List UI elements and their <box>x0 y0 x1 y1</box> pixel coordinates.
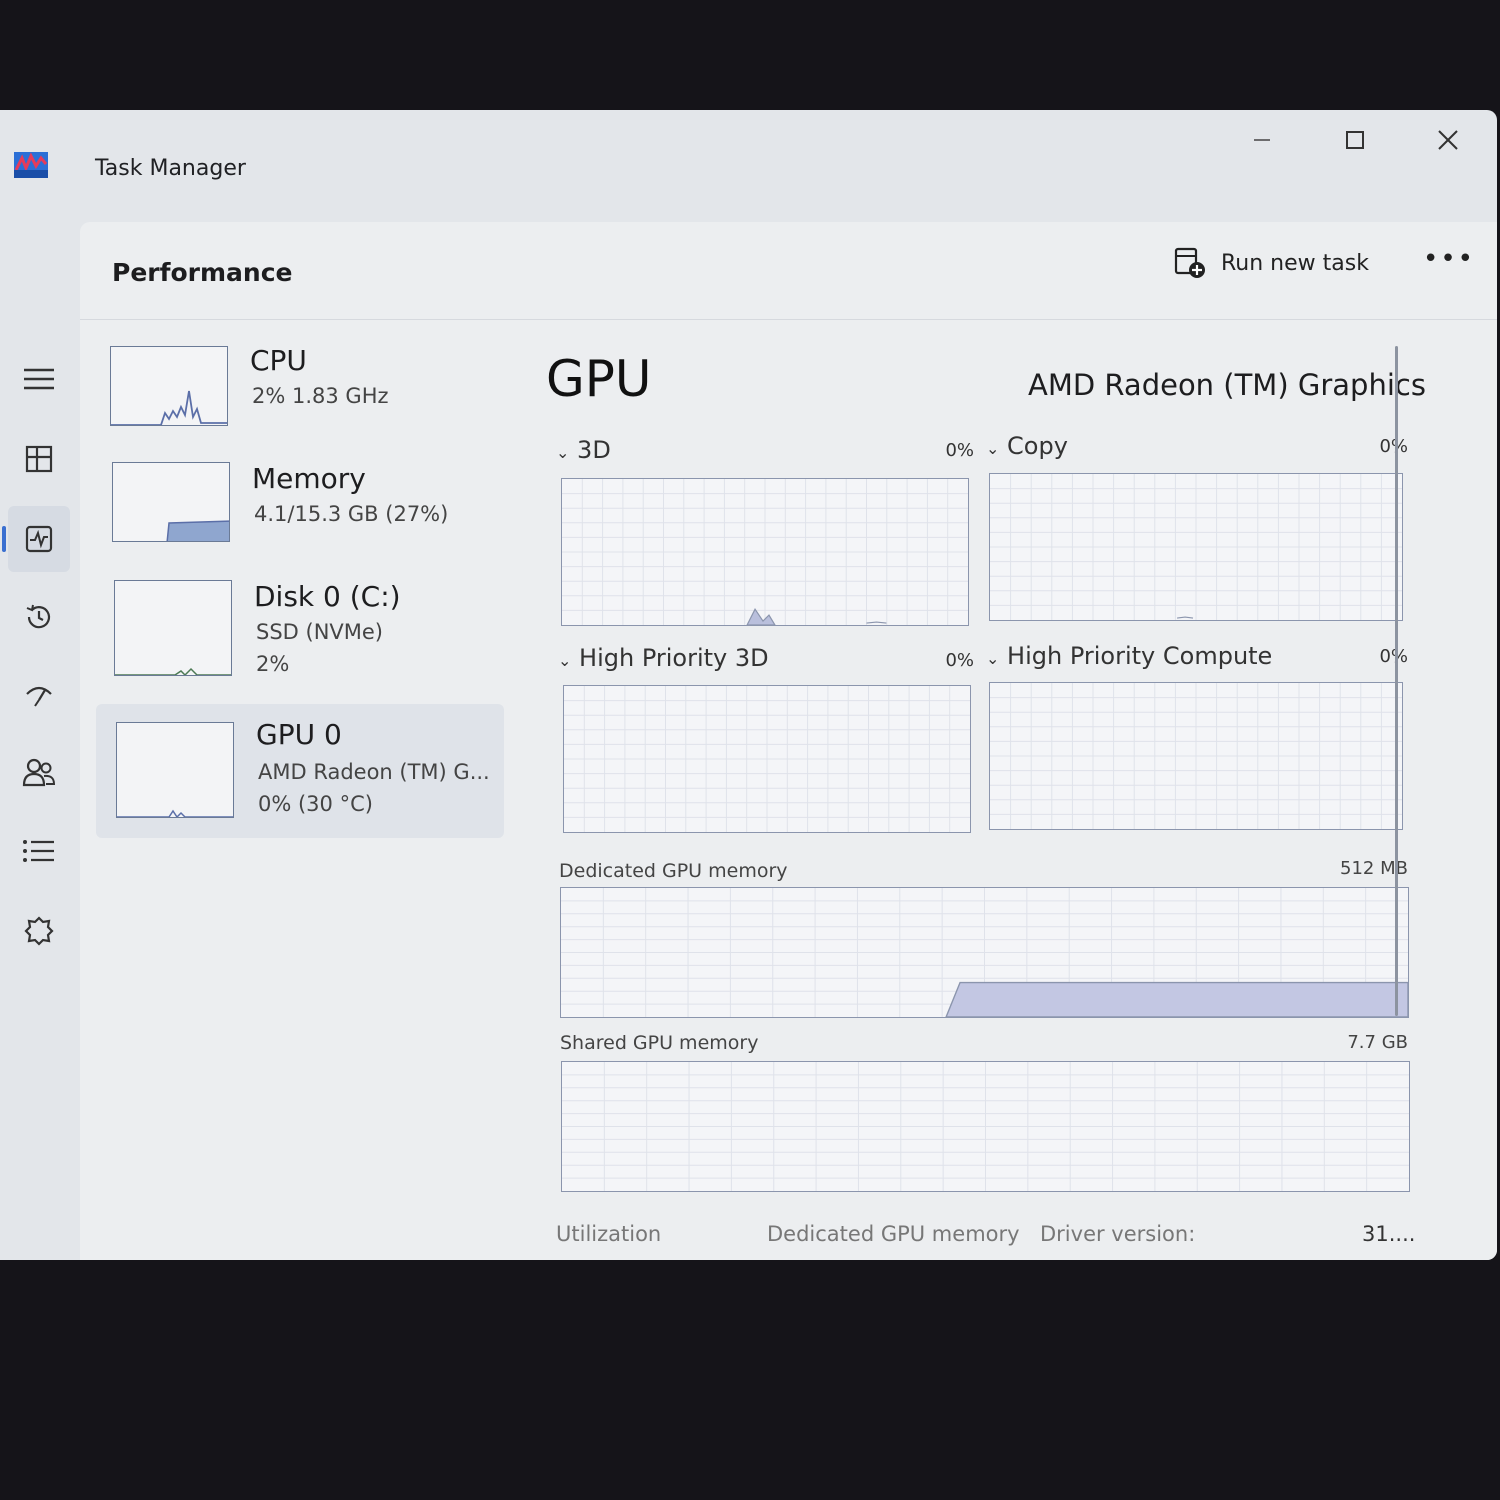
device-disk-name: Disk 0 (C:) <box>254 580 401 613</box>
cpu-thumbnail-line <box>111 390 227 425</box>
engine-copy-graph <box>989 473 1403 621</box>
device-gpu-name: GPU 0 <box>256 718 342 751</box>
dedicated-memory-graph-svg <box>561 888 1408 1017</box>
engine-hpcompute-graph-svg <box>990 683 1402 829</box>
nav-performance[interactable] <box>2 506 70 572</box>
dedicated-memory-max: 512 MB <box>1340 858 1408 879</box>
nav-services[interactable] <box>8 898 70 964</box>
nav-details[interactable] <box>8 818 70 884</box>
maximize-icon <box>1346 131 1364 149</box>
gpu-thumbnail-graph <box>116 722 234 818</box>
engine-copy-name: Copy <box>1007 432 1068 460</box>
nav-app-history[interactable] <box>8 584 70 650</box>
run-task-icon <box>1174 247 1205 278</box>
maximize-button[interactable] <box>1325 118 1385 162</box>
device-gpu[interactable]: GPU 0 AMD Radeon (TM) G... 0% (30 °C) <box>96 704 504 838</box>
nav-users[interactable] <box>8 740 70 806</box>
stat-utilization-label: Utilization <box>556 1222 662 1246</box>
close-button[interactable] <box>1418 118 1478 162</box>
engine-hp3d-graph-svg <box>564 686 970 832</box>
device-memory[interactable]: Memory 4.1/15.3 GB (27%) <box>96 450 504 582</box>
device-disk[interactable]: Disk 0 (C:) SSD (NVMe) 2% <box>96 568 504 700</box>
page-header: Run new task ••• <box>80 222 1497 320</box>
disk-thumbnail-graph <box>114 580 232 676</box>
engine-hpcompute-label[interactable]: ⌄ High Priority Compute <box>986 642 1272 670</box>
users-icon <box>22 758 56 787</box>
page-title: Performance <box>112 258 293 287</box>
device-memory-name: Memory <box>252 462 366 495</box>
device-cpu-name: CPU <box>250 344 307 377</box>
stat-dedicated-memory-label: Dedicated GPU memory <box>767 1222 1020 1246</box>
nav-processes[interactable] <box>8 426 70 492</box>
services-icon <box>24 916 54 946</box>
app-history-icon <box>26 604 51 629</box>
shared-memory-graph-svg <box>562 1062 1409 1191</box>
nav-hamburger-button[interactable] <box>8 346 70 412</box>
details-icon <box>23 840 54 862</box>
shared-memory-max: 7.7 GB <box>1347 1032 1408 1053</box>
engine-3d-name: 3D <box>577 436 611 464</box>
title-bar[interactable]: Task Manager <box>0 110 1497 220</box>
engine-hp3d-label[interactable]: ⌄ High Priority 3D <box>558 644 769 672</box>
minimize-icon <box>1254 139 1270 141</box>
memory-thumbnail-graph <box>112 462 230 542</box>
device-cpu-stats: 2% 1.83 GHz <box>252 384 389 408</box>
gpu-thumbnail-line <box>117 809 233 817</box>
dedicated-memory-label: Dedicated GPU memory <box>559 860 788 882</box>
shared-memory-label: Shared GPU memory <box>560 1032 759 1054</box>
detail-scrollbar[interactable] <box>1395 346 1398 1016</box>
chevron-down-icon: ⌄ <box>986 649 1000 668</box>
memory-thumbnail-area <box>166 520 229 541</box>
processes-icon <box>25 445 53 473</box>
task-manager-app-icon <box>14 152 48 178</box>
chevron-down-icon: ⌄ <box>556 443 570 462</box>
stat-driver-version-label: Driver version: <box>1040 1222 1196 1246</box>
navigation-rail <box>0 220 78 1260</box>
hamburger-icon <box>24 368 54 390</box>
device-disk-type: SSD (NVMe) <box>256 620 384 644</box>
more-options-button[interactable]: ••• <box>1423 244 1475 274</box>
task-manager-window: Task Manager Run new task ••• Performanc… <box>0 110 1497 1260</box>
device-disk-usage: 2% <box>256 652 290 676</box>
engine-copy-graph-svg <box>990 474 1402 620</box>
shared-memory-graph <box>561 1061 1410 1192</box>
engine-hp3d-percent: 0% <box>945 650 974 671</box>
device-cpu[interactable]: CPU 2% 1.83 GHz <box>96 332 504 464</box>
dedicated-memory-graph <box>560 887 1409 1018</box>
nav-startup-apps[interactable] <box>8 662 70 728</box>
engine-3d-percent: 0% <box>945 440 974 461</box>
disk-thumbnail-line <box>115 667 231 675</box>
chevron-down-icon: ⌄ <box>986 439 1000 458</box>
gpu-heading-title: GPU <box>546 350 652 408</box>
engine-copy-percent: 0% <box>1379 436 1408 457</box>
engine-3d-graph-svg <box>562 479 968 625</box>
engine-3d-graph <box>561 478 969 626</box>
close-icon <box>1438 130 1458 150</box>
cpu-thumbnail-graph <box>110 346 228 426</box>
performance-icon <box>25 525 53 553</box>
minimize-button[interactable] <box>1232 118 1292 162</box>
stat-driver-version-value: 31.... <box>1362 1222 1416 1246</box>
device-gpu-usage: 0% (30 °C) <box>258 792 373 816</box>
device-gpu-model: AMD Radeon (TM) G... <box>258 760 490 784</box>
engine-copy-label[interactable]: ⌄ Copy <box>986 432 1068 460</box>
engine-hp3d-name: High Priority 3D <box>579 644 769 672</box>
startup-apps-icon <box>26 686 52 707</box>
engine-hp3d-graph <box>563 685 971 833</box>
gpu-model-name: AMD Radeon (TM) Graphics <box>1028 368 1426 402</box>
engine-hpcompute-graph <box>989 682 1403 830</box>
window-title: Task Manager <box>95 156 246 181</box>
engine-hpcompute-name: High Priority Compute <box>1007 642 1273 670</box>
chevron-down-icon: ⌄ <box>558 651 572 670</box>
run-new-task-label: Run new task <box>1221 250 1369 276</box>
run-new-task-button[interactable]: Run new task <box>1173 246 1369 280</box>
device-memory-stats: 4.1/15.3 GB (27%) <box>254 502 449 526</box>
engine-3d-label[interactable]: ⌄ 3D <box>556 436 611 464</box>
engine-hpcompute-percent: 0% <box>1379 646 1408 667</box>
